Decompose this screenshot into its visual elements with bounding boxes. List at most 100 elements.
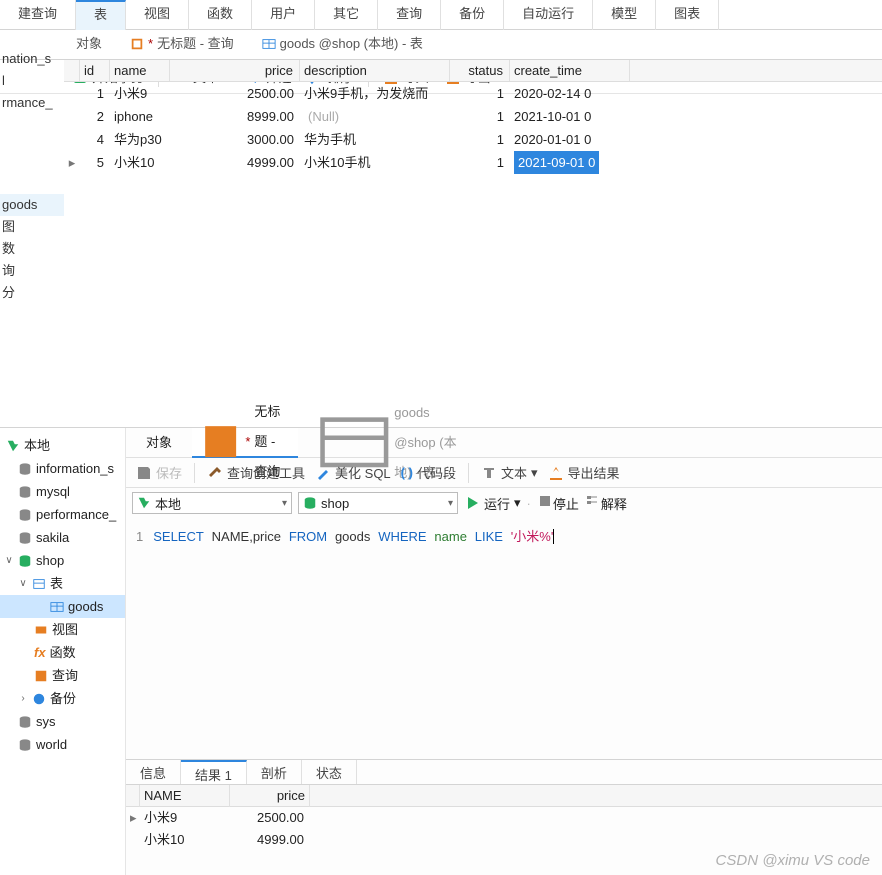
connection-combo[interactable]: 本地 ▾ [132,492,292,514]
col-name[interactable]: name [110,60,170,81]
col-price[interactable]: price [230,785,310,807]
table-group-icon [32,577,46,591]
menu-new-query[interactable]: 建查询 [0,0,76,30]
stop-icon [537,493,553,509]
tree-item-goods[interactable]: goods [0,194,64,216]
result-grid: NAME price ▸小米92500.00小米104999.00 [126,785,882,855]
col-status[interactable]: status [450,60,510,81]
database-icon [18,715,32,729]
text-button[interactable]: 文本 ▾ [481,463,538,482]
tree-item[interactable]: 询 [0,260,64,282]
col-id[interactable]: id [80,60,110,81]
table-row[interactable]: 2iphone8999.00(Null)12021-10-01 0 [64,105,882,128]
modified-star: * [148,29,153,59]
table-row[interactable]: 1小米92500.00小米9手机，为发烧而12020-02-14 0 [64,82,882,105]
result-row[interactable]: 小米104999.00 [126,829,882,851]
snippet-button[interactable]: ( )代码段 [401,463,456,482]
result-tab-profile[interactable]: 剖析 [247,760,302,784]
queries-group[interactable]: 查询 [0,664,125,687]
export-icon [548,465,564,481]
menu-query[interactable]: 查询 [378,0,441,30]
modified-star: * [245,427,250,457]
tree-item[interactable]: 分 [0,282,64,304]
menu-backup[interactable]: 备份 [441,0,504,30]
col-create-time[interactable]: create_time [510,60,630,81]
col-description[interactable]: description [300,60,450,81]
tables-group[interactable]: ∨表 [0,572,125,595]
db-mysql[interactable]: mysql [0,480,125,503]
tree-item[interactable]: rmance_ [0,92,64,114]
sql-editor[interactable]: 1SELECT NAME,price FROM goods WHERE name… [126,518,882,553]
db-shop[interactable]: ∨shop [0,549,125,572]
menu-model[interactable]: 模型 [593,0,656,30]
db-world[interactable]: world [0,733,125,756]
backup-group[interactable]: ›备份 [0,687,125,710]
table-icon [50,600,64,614]
functions-group[interactable]: fx函数 [0,641,125,664]
database-icon [18,508,32,522]
menu-user[interactable]: 用户 [252,0,315,30]
chevron-down-icon: ▾ [282,498,287,509]
tab-objects[interactable]: 对象 [138,428,180,458]
conn-local[interactable]: 本地 [0,434,125,457]
db-information-schema[interactable]: information_s [0,457,125,480]
table-row[interactable]: ▸5小米104999.00小米10手机12021-09-01 0 [64,151,882,174]
menu-chart[interactable]: 图表 [656,0,719,30]
database-icon [18,554,32,568]
run-button[interactable]: 运行 ▾ [464,494,521,513]
query-builder-button[interactable]: 查询创建工具 [207,463,305,482]
editor-toolbar: 保存 查询创建工具 美化 SQL ( )代码段 文本 ▾ 导出结果 [126,458,882,488]
tab-label: 无标题 - 查询 [157,29,234,59]
lower-pane: 本地 information_s mysql performance_ saki… [0,427,882,875]
tree-item[interactable]: 图 [0,216,64,238]
db-performance[interactable]: performance_ [0,503,125,526]
tab-objects[interactable]: 对象 [68,30,110,60]
play-icon [464,495,480,511]
connection-icon [6,439,20,453]
connection-row: 本地 ▾ shop ▾ 运行 ▾ · 停止 解释 [126,488,882,518]
result-tab-status[interactable]: 状态 [302,760,357,784]
result-tab-results[interactable]: 结果 1 [181,760,247,784]
expand-icon[interactable]: ∨ [18,574,28,593]
menu-autorun[interactable]: 自动运行 [504,0,593,30]
watermark: CSDN @ximu VS code [716,852,870,869]
tree-item[interactable]: 数 [0,238,64,260]
db-sys[interactable]: sys [0,710,125,733]
connection-tree: 本地 information_s mysql performance_ saki… [0,428,125,875]
database-icon [18,738,32,752]
db-sakila[interactable]: sakila [0,526,125,549]
expand-icon[interactable]: ∨ [4,551,14,570]
views-group[interactable]: 视图 [0,618,125,641]
menu-other[interactable]: 其它 [315,0,378,30]
data-grid: id name price description status create_… [64,60,882,174]
tree-item[interactable]: nation_s [0,48,64,70]
query-icon [130,37,144,51]
col-price[interactable]: price [170,60,300,81]
tab-label: goods @shop (本地) - 表 [280,29,423,59]
tab-untitled-query[interactable]: * 无标题 - 查询 [192,428,298,458]
result-tab-info[interactable]: 信息 [126,760,181,784]
database-combo[interactable]: shop ▾ [298,492,458,514]
query-icon [34,669,48,683]
menu-view[interactable]: 视图 [126,0,189,30]
wand-icon [315,465,331,481]
tab-untitled-query[interactable]: * 无标题 - 查询 [122,30,242,60]
tree-item[interactable]: l [0,70,64,92]
result-tabs: 信息 结果 1 剖析 状态 [126,759,882,785]
beautify-button[interactable]: 美化 SQL [315,463,391,482]
expand-icon[interactable]: › [18,689,28,708]
menu-function[interactable]: 函数 [189,0,252,30]
tab-goods-table[interactable]: goods @shop (本地) - 表 [254,30,431,60]
explain-button[interactable]: 解释 [585,493,627,513]
view-icon [34,623,48,637]
menu-table[interactable]: 表 [76,0,126,30]
tab-goods-table[interactable]: goods @shop (本地) - 表 [310,428,473,458]
document-tabs: 对象 * 无标题 - 查询 goods @shop (本地) - 表 [0,30,882,60]
table-row[interactable]: 4华为p303000.00华为手机12020-01-01 0 [64,128,882,151]
col-name[interactable]: NAME [140,785,230,807]
save-button[interactable]: 保存 [136,463,182,482]
explain-icon [585,493,601,509]
export-result-button[interactable]: 导出结果 [548,463,620,482]
result-row[interactable]: ▸小米92500.00 [126,807,882,829]
table-goods[interactable]: goods [0,595,125,618]
